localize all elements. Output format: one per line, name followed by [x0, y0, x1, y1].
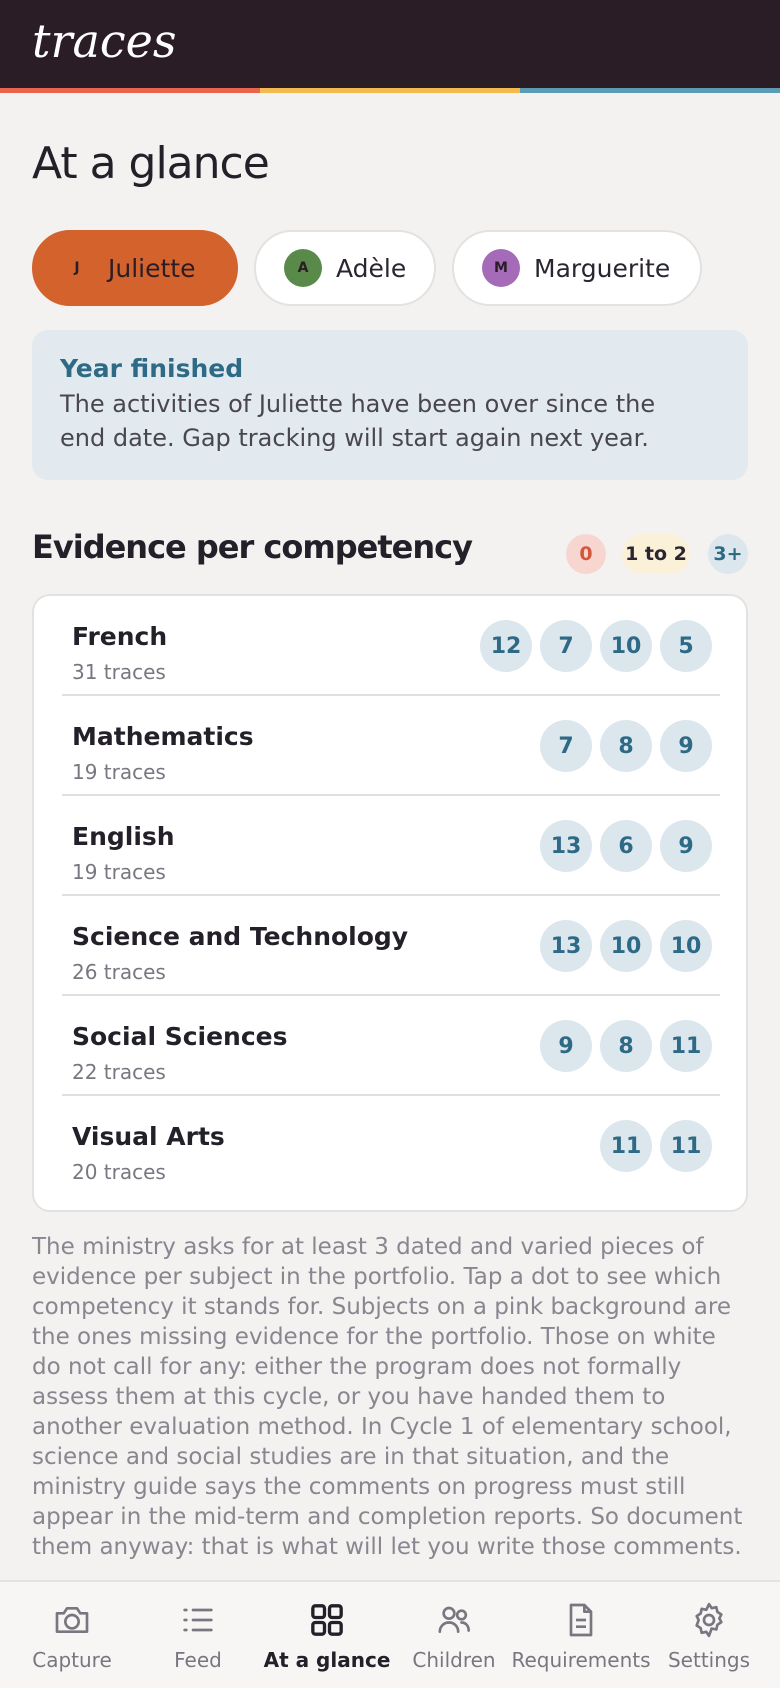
competency-dot[interactable]: 5 — [660, 620, 712, 672]
child-name: Adèle — [336, 253, 407, 283]
subject-row-science[interactable]: Science and Technology 26 traces 13 10 1… — [62, 896, 720, 996]
nav-requirements[interactable]: Requirements — [510, 1582, 652, 1688]
legend-zero: 0 — [566, 534, 606, 574]
nav-settings[interactable]: Settings — [664, 1582, 754, 1688]
nav-label: Children — [412, 1648, 496, 1672]
competency-dot[interactable]: 7 — [540, 720, 592, 772]
competency-dot[interactable]: 11 — [660, 1120, 712, 1172]
child-name: Juliette — [108, 253, 196, 283]
notice-body: The activities of Juliette have been ove… — [60, 387, 720, 455]
avatar: A — [284, 249, 322, 287]
gear-icon — [695, 1602, 723, 1638]
subject-name: Visual Arts — [72, 1122, 225, 1151]
ministry-footnote: The ministry asks for at least 3 dated a… — [32, 1234, 743, 1560]
people-icon — [438, 1606, 470, 1633]
app-logo[interactable]: traces — [32, 14, 177, 68]
nav-feed[interactable]: Feed — [148, 1582, 248, 1688]
subject-name: Mathematics — [72, 722, 254, 751]
legend-three-plus: 3+ — [708, 534, 748, 574]
year-finished-notice: Year finished The activities of Juliette… — [32, 330, 748, 480]
subject-row-social-sciences[interactable]: Social Sciences 22 traces 9 8 11 — [62, 996, 720, 1096]
competency-dot[interactable]: 12 — [480, 620, 532, 672]
trace-count: 19 traces — [72, 760, 166, 784]
child-name: Marguerite — [534, 253, 671, 283]
trace-count: 20 traces — [72, 1160, 166, 1184]
competency-card: French 31 traces 12 7 10 5 Mathematics 1… — [32, 594, 748, 1212]
legend-one-to-two: 1 to 2 — [622, 534, 690, 574]
nav-label: Settings — [667, 1648, 751, 1672]
competency-dot[interactable]: 11 — [600, 1120, 652, 1172]
header-stripe-blue — [520, 88, 780, 93]
subject-row-english[interactable]: English 19 traces 13 6 9 — [62, 796, 720, 896]
competency-dot[interactable]: 8 — [600, 1020, 652, 1072]
subject-row-mathematics[interactable]: Mathematics 19 traces 7 8 9 — [62, 696, 720, 796]
competency-dot[interactable]: 10 — [660, 920, 712, 972]
nav-at-a-glance[interactable]: At a glance — [262, 1582, 392, 1688]
nav-capture[interactable]: Capture — [22, 1582, 122, 1688]
notice-title: Year finished — [60, 354, 244, 383]
evidence-section-title: Evidence per competency — [32, 528, 473, 566]
subject-row-visual-arts[interactable]: Visual Arts 20 traces 11 11 — [62, 1096, 720, 1196]
nav-label: Feed — [174, 1648, 222, 1672]
subject-name: Social Sciences — [72, 1022, 288, 1051]
competency-dots: 12 7 10 5 — [480, 620, 712, 672]
bottom-nav: Capture Feed At a glance Children Requir… — [0, 1580, 780, 1688]
child-chip-adele[interactable]: A Adèle — [254, 230, 436, 306]
nav-children[interactable]: Children — [404, 1582, 504, 1688]
page-title: At a glance — [32, 138, 270, 189]
competency-dot[interactable]: 11 — [660, 1020, 712, 1072]
list-icon — [183, 1608, 213, 1632]
competency-dot[interactable]: 13 — [540, 920, 592, 972]
subject-row-french[interactable]: French 31 traces 12 7 10 5 — [62, 596, 720, 696]
competency-dots: 11 11 — [600, 1120, 712, 1172]
app-header: traces — [0, 0, 780, 88]
competency-dot[interactable]: 9 — [540, 1020, 592, 1072]
avatar: M — [482, 249, 520, 287]
child-chip-marguerite[interactable]: M Marguerite — [452, 230, 702, 306]
notice-line: end date. Gap tracking will start again … — [60, 424, 649, 452]
competency-dots: 9 8 11 — [540, 1020, 712, 1072]
competency-dots: 13 10 10 — [540, 920, 712, 972]
competency-dot[interactable]: 9 — [660, 720, 712, 772]
competency-dot[interactable]: 13 — [540, 820, 592, 872]
nav-label: Requirements — [511, 1648, 651, 1672]
competency-dot[interactable]: 7 — [540, 620, 592, 672]
trace-count: 26 traces — [72, 960, 166, 984]
subject-name: French — [72, 622, 168, 651]
competency-dot[interactable]: 6 — [600, 820, 652, 872]
competency-dot[interactable]: 10 — [600, 920, 652, 972]
competency-dots: 7 8 9 — [540, 720, 712, 772]
trace-count: 22 traces — [72, 1060, 166, 1084]
subject-name: Science and Technology — [72, 922, 409, 951]
child-chip-juliette[interactable]: J Juliette — [32, 230, 238, 306]
notice-line: The activities of Juliette have been ove… — [60, 390, 656, 418]
subject-name: English — [72, 822, 175, 851]
trace-count: 19 traces — [72, 860, 166, 884]
nav-label: At a glance — [263, 1648, 391, 1672]
nav-label: Capture — [32, 1648, 112, 1672]
header-stripe-yellow — [260, 88, 520, 93]
competency-dot[interactable]: 10 — [600, 620, 652, 672]
avatar: J — [74, 260, 80, 276]
document-icon — [569, 1603, 593, 1637]
trace-count: 31 traces — [72, 660, 166, 684]
competency-dot[interactable]: 9 — [660, 820, 712, 872]
header-stripe-coral — [0, 88, 260, 93]
grid-icon — [311, 1604, 343, 1636]
competency-dot[interactable]: 8 — [600, 720, 652, 772]
competency-dots: 13 6 9 — [540, 820, 712, 872]
camera-icon — [55, 1607, 89, 1633]
